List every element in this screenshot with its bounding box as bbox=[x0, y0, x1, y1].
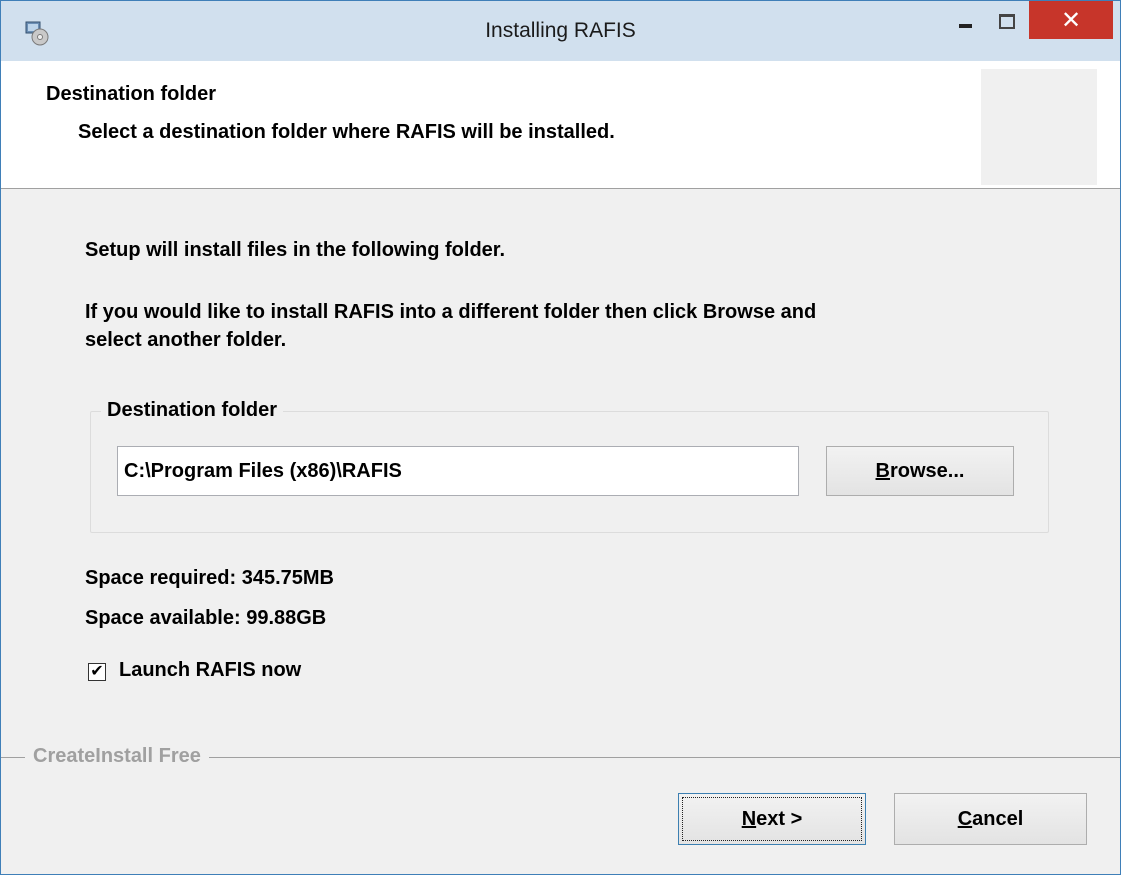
next-mnemonic: N bbox=[741, 807, 757, 830]
destination-path-input[interactable] bbox=[117, 446, 799, 496]
footer-brand: CreateInstall Free bbox=[25, 745, 209, 768]
close-icon: ✕ bbox=[1060, 6, 1082, 34]
installer-window: Installing RAFIS ✕ Destination folder Se… bbox=[0, 0, 1121, 875]
launch-checkbox-label[interactable]: Launch RAFIS now bbox=[119, 659, 301, 682]
header-title: Destination folder bbox=[46, 83, 217, 105]
maximize-button[interactable] bbox=[987, 1, 1027, 41]
launch-checkbox[interactable]: ✔ bbox=[88, 663, 106, 681]
next-button[interactable]: Next > bbox=[678, 793, 866, 845]
install-info-text: Setup will install files in the followin… bbox=[85, 239, 506, 261]
destination-groupbox-legend: Destination folder bbox=[101, 399, 284, 422]
next-label: ext > bbox=[756, 807, 803, 830]
maximize-icon bbox=[999, 13, 1015, 29]
browse-label: rowse... bbox=[889, 459, 965, 482]
cancel-button[interactable]: Cancel bbox=[894, 793, 1087, 845]
header-subtitle: Select a destination folder where RAFIS … bbox=[78, 121, 615, 143]
minimize-button[interactable] bbox=[945, 1, 985, 41]
browse-mnemonic: B bbox=[875, 459, 890, 482]
header-image-placeholder bbox=[981, 69, 1097, 185]
browse-instruction-line1: If you would like to install RAFIS into … bbox=[85, 301, 817, 323]
space-required: Space required: 345.75MB bbox=[85, 567, 334, 589]
cancel-mnemonic: C bbox=[957, 807, 973, 830]
browse-button[interactable]: Browse... bbox=[826, 446, 1014, 496]
space-available: Space available: 99.88GB bbox=[85, 607, 327, 629]
title-bar[interactable]: Installing RAFIS ✕ bbox=[1, 1, 1120, 61]
browse-instruction-line2: select another folder. bbox=[85, 329, 287, 351]
cancel-label: ancel bbox=[972, 807, 1024, 830]
wizard-header: Destination folder Select a destination … bbox=[1, 61, 1120, 189]
minimize-icon bbox=[958, 14, 972, 28]
close-button[interactable]: ✕ bbox=[1029, 1, 1113, 39]
checkmark-icon: ✔ bbox=[90, 663, 104, 680]
